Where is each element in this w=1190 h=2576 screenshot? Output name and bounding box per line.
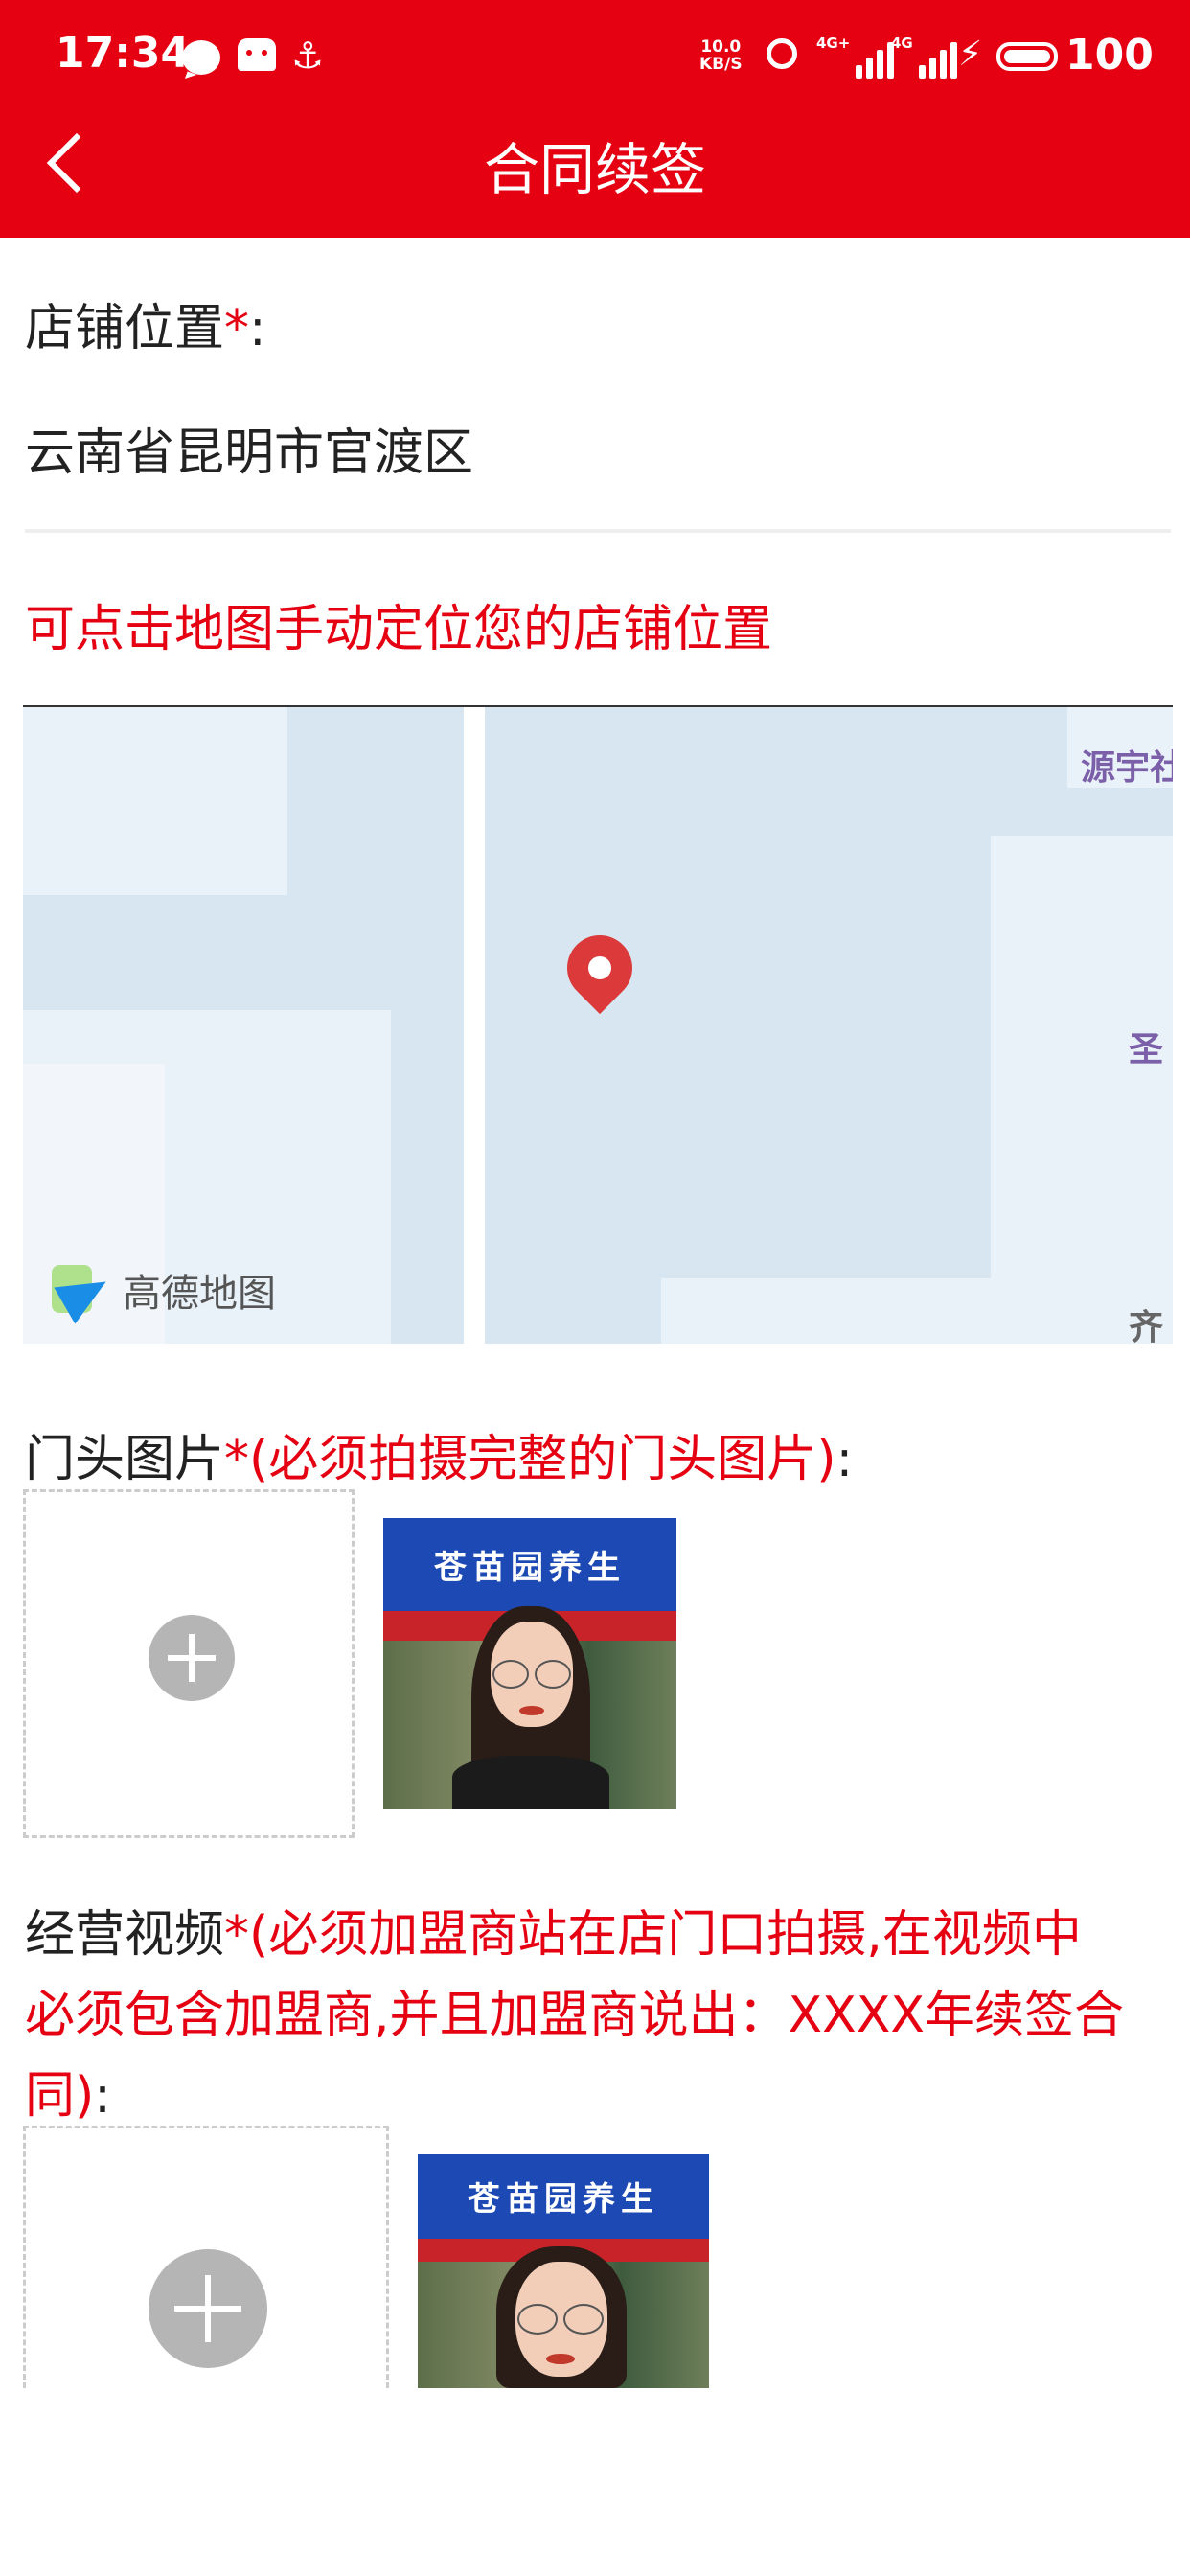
alarm-icon — [767, 38, 797, 69]
storefront-upload-button[interactable] — [23, 1489, 355, 1838]
battery-level: 100 — [1065, 31, 1154, 80]
status-time: 17:34 — [56, 29, 191, 78]
message-icon — [182, 40, 220, 75]
map-place-label: 齐 — [1129, 1308, 1164, 1344]
video-note-line2: 必须包含加盟商,并且加盟商说出：XXXX年续签合 — [25, 1987, 1125, 2044]
map-road — [464, 707, 485, 1344]
signal-2-label: 4G — [891, 34, 913, 52]
network-speed-unit: KB/S — [699, 55, 743, 74]
map-place-label: 源宇社 — [1081, 748, 1173, 788]
map-block — [23, 707, 287, 895]
map-provider-text: 高德地图 — [123, 1272, 276, 1316]
storefront-note: (必须拍摄完整的门头图片) — [249, 1431, 836, 1488]
signal-icon-2: 4G — [891, 34, 957, 79]
video-sign-text: 苍苗园养生 — [468, 2180, 659, 2220]
video-note-line2-row: 必须包含加盟商,并且加盟商说出：XXXX年续签合 — [25, 1974, 1124, 2046]
battery-icon — [996, 42, 1058, 71]
store-location-label: 店铺位置*: — [25, 288, 266, 359]
map-block — [991, 836, 1173, 1344]
page-title: 合同续签 — [483, 137, 706, 202]
signal-icon-1: 4G+ — [816, 34, 895, 79]
android-icon — [238, 38, 276, 71]
video-upload-button[interactable] — [23, 2126, 389, 2388]
required-mark: * — [224, 300, 250, 357]
status-bar: 17:34 ⚓ 10.0 KB/S 4G+ 4G ⚡ 100 — [0, 0, 1190, 115]
add-icon — [149, 1615, 235, 1701]
label-colon: : — [835, 1431, 854, 1488]
map-provider-logo: 高德地图 — [52, 1261, 276, 1324]
add-icon — [149, 2249, 267, 2368]
store-address-value[interactable]: 云南省昆明市官渡区 — [25, 412, 473, 484]
location-pin-icon[interactable] — [553, 921, 647, 1015]
store-location-label-text: 店铺位置 — [25, 300, 225, 357]
amap-logo-icon — [52, 1261, 117, 1324]
charging-icon: ⚡ — [958, 34, 983, 74]
storefront-photo-label: 门头图片*(必须拍摄完整的门头图片): — [25, 1418, 853, 1490]
video-label: 经营视频*(必须加盟商站在店门口拍摄,在视频中 — [25, 1894, 1082, 1966]
network-speed: 10.0 KB/S — [699, 38, 743, 73]
usb-icon: ⚓ — [291, 34, 325, 77]
app-header: 17:34 ⚓ 10.0 KB/S 4G+ 4G ⚡ 100 合同续签 — [0, 0, 1190, 238]
video-note-line3: 同) — [25, 2067, 95, 2125]
map-view[interactable]: 源宇社 圣 齐 高德地图 — [23, 705, 1173, 1344]
storefront-sign-text: 苍苗园养生 — [434, 1549, 626, 1588]
video-note-line3-row: 同): — [25, 2055, 111, 2127]
storefront-label-text: 门头图片 — [25, 1431, 225, 1488]
label-colon: : — [249, 300, 266, 357]
video-label-text: 经营视频 — [25, 1906, 225, 1964]
map-hint: 可点击地图手动定位您的店铺位置 — [25, 601, 773, 658]
network-speed-value: 10.0 — [700, 37, 742, 57]
label-colon: : — [94, 2067, 111, 2125]
required-mark: * — [224, 1906, 250, 1964]
video-note-line1: (必须加盟商站在店门口拍摄,在视频中 — [249, 1906, 1082, 1964]
divider — [25, 529, 1171, 533]
signal-1-label: 4G+ — [816, 34, 851, 52]
map-place-label: 圣 — [1129, 1030, 1164, 1070]
storefront-photo-thumbnail[interactable]: 苍苗园养生 — [383, 1518, 676, 1809]
video-thumbnail[interactable]: 苍苗园养生 — [418, 2154, 709, 2388]
required-mark: * — [224, 1431, 250, 1488]
map-block — [661, 1278, 1173, 1344]
